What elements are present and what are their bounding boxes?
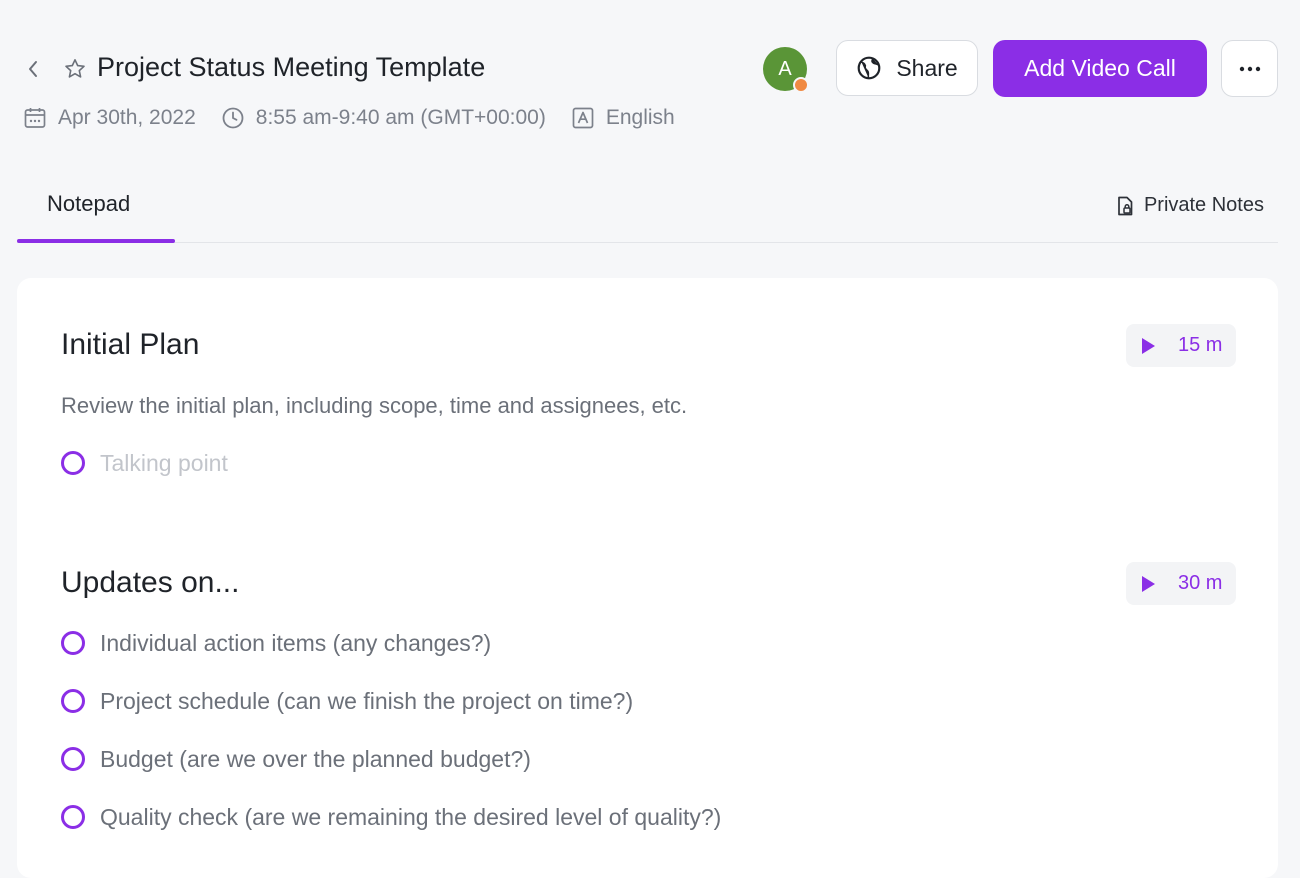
tab-bar: Notepad Private Notes bbox=[17, 185, 1278, 243]
checkbox-circle-icon[interactable] bbox=[61, 689, 85, 713]
talking-point-text[interactable]: Project schedule (can we finish the proj… bbox=[100, 688, 633, 715]
meeting-header: Project Status Meeting Template Apr 30th… bbox=[0, 0, 1300, 150]
active-tab-indicator bbox=[17, 239, 175, 243]
checkbox-circle-icon[interactable] bbox=[61, 631, 85, 655]
play-icon[interactable] bbox=[1126, 324, 1170, 367]
avatar-initial: A bbox=[778, 57, 792, 80]
add-video-call-button[interactable]: Add Video Call bbox=[993, 40, 1207, 97]
talking-point[interactable]: Quality check (are we remaining the desi… bbox=[61, 802, 721, 832]
talking-point[interactable]: Budget (are we over the planned budget?) bbox=[61, 744, 531, 774]
meeting-time[interactable]: 8:55 am-9:40 am (GMT+00:00) bbox=[220, 105, 546, 131]
clock-icon bbox=[220, 105, 246, 131]
calendar-icon bbox=[22, 105, 48, 131]
language-text: English bbox=[605, 106, 675, 129]
tab-notepad-label: Notepad bbox=[47, 191, 131, 216]
language-icon bbox=[570, 105, 596, 131]
meeting-language[interactable]: English bbox=[570, 105, 675, 131]
section-timer[interactable]: 15 m bbox=[1126, 324, 1236, 367]
timer-duration: 30 m bbox=[1178, 572, 1223, 594]
talking-point[interactable]: Individual action items (any changes?) bbox=[61, 628, 491, 658]
date-text: Apr 30th, 2022 bbox=[58, 106, 196, 129]
private-notes-button[interactable]: Private Notes bbox=[1116, 194, 1264, 217]
section-title[interactable]: Initial Plan bbox=[61, 328, 199, 362]
tab-notepad[interactable]: Notepad bbox=[17, 185, 175, 243]
talking-point[interactable]: Talking point bbox=[61, 448, 228, 478]
share-label: Share bbox=[896, 54, 958, 81]
section-timer[interactable]: 30 m bbox=[1126, 562, 1236, 605]
time-text: 8:55 am-9:40 am (GMT+00:00) bbox=[255, 106, 546, 129]
talking-point-text[interactable]: Quality check (are we remaining the desi… bbox=[100, 804, 721, 831]
more-options-button[interactable] bbox=[1221, 40, 1278, 97]
meeting-meta: Apr 30th, 2022 8:55 am-9:40 am (GMT+00:0… bbox=[22, 104, 699, 132]
page-title: Project Status Meeting Template bbox=[97, 52, 486, 82]
timer-duration: 15 m bbox=[1178, 334, 1223, 356]
back-chevron-icon[interactable] bbox=[22, 56, 44, 82]
avatar[interactable]: A bbox=[763, 47, 809, 93]
presence-indicator bbox=[793, 77, 809, 93]
talking-point-text[interactable]: Budget (are we over the planned budget?) bbox=[100, 746, 531, 773]
checkbox-circle-icon[interactable] bbox=[61, 451, 85, 475]
notepad-card: Initial Plan 15 m Review the initial pla… bbox=[17, 278, 1278, 878]
favorite-star-icon[interactable] bbox=[62, 56, 88, 82]
share-button[interactable]: Share bbox=[836, 40, 978, 96]
private-notes-label: Private Notes bbox=[1143, 194, 1264, 216]
talking-point[interactable]: Project schedule (can we finish the proj… bbox=[61, 686, 633, 716]
private-note-lock-icon bbox=[1116, 196, 1134, 216]
talking-point-text[interactable]: Individual action items (any changes?) bbox=[100, 630, 491, 657]
globe-icon bbox=[856, 55, 882, 81]
talking-point-placeholder[interactable]: Talking point bbox=[100, 450, 228, 477]
more-dots-icon bbox=[1239, 66, 1261, 72]
checkbox-circle-icon[interactable] bbox=[61, 747, 85, 771]
section-title[interactable]: Updates on... bbox=[61, 566, 239, 600]
section-description[interactable]: Review the initial plan, including scope… bbox=[61, 393, 687, 419]
play-icon[interactable] bbox=[1126, 562, 1170, 605]
checkbox-circle-icon[interactable] bbox=[61, 805, 85, 829]
meeting-date[interactable]: Apr 30th, 2022 bbox=[22, 105, 196, 131]
